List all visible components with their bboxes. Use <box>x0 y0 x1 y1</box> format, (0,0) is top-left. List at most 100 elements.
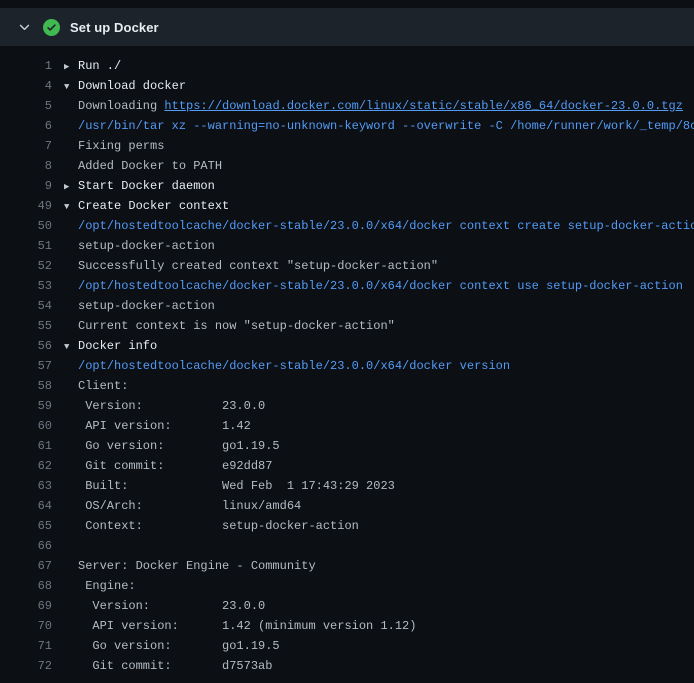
log-line: 66 <box>0 536 694 556</box>
line-number[interactable]: 49 <box>0 196 52 216</box>
line-number[interactable]: 54 <box>0 296 52 316</box>
line-number[interactable]: 72 <box>0 656 52 676</box>
line-number[interactable]: 59 <box>0 396 52 416</box>
log-line: 62 Git commit: e92dd87 <box>0 456 694 476</box>
log-text: Current context is now "setup-docker-act… <box>78 319 395 333</box>
line-number[interactable]: 58 <box>0 376 52 396</box>
line-content: OS/Arch: linux/amd64 <box>64 496 694 516</box>
log-line: 51 setup-docker-action <box>0 236 694 256</box>
line-content: ▶Start Docker daemon <box>64 176 694 196</box>
line-number[interactable]: 66 <box>0 536 52 556</box>
line-number[interactable]: 9 <box>0 176 52 196</box>
line-number[interactable]: 4 <box>0 76 52 96</box>
log-text: Client: <box>78 379 128 393</box>
line-content: Built: Wed Feb 1 17:43:29 2023 <box>64 476 694 496</box>
line-content: API version: 1.42 (minimum version 1.12) <box>64 616 694 636</box>
log-text: Successfully created context "setup-dock… <box>78 259 438 273</box>
line-number[interactable]: 69 <box>0 596 52 616</box>
log-line: 70 API version: 1.42 (minimum version 1.… <box>0 616 694 636</box>
log-line: 61 Go version: go1.19.5 <box>0 436 694 456</box>
log-line: 8 Added Docker to PATH <box>0 156 694 176</box>
line-number[interactable]: 1 <box>0 56 52 76</box>
log-line: 69 Version: 23.0.0 <box>0 596 694 616</box>
command-text: /opt/hostedtoolcache/docker-stable/23.0.… <box>78 219 694 233</box>
line-number[interactable]: 51 <box>0 236 52 256</box>
group-title: Create Docker context <box>78 199 229 213</box>
log-line: 63 Built: Wed Feb 1 17:43:29 2023 <box>0 476 694 496</box>
log-line: 59 Version: 23.0.0 <box>0 396 694 416</box>
line-number[interactable]: 63 <box>0 476 52 496</box>
line-number[interactable]: 8 <box>0 156 52 176</box>
line-number[interactable]: 52 <box>0 256 52 276</box>
line-number[interactable]: 60 <box>0 416 52 436</box>
line-number[interactable]: 5 <box>0 96 52 116</box>
line-content: setup-docker-action <box>64 236 694 256</box>
log-line: 60 API version: 1.42 <box>0 416 694 436</box>
line-content: API version: 1.42 <box>64 416 694 436</box>
line-content: ▼Download docker <box>64 76 694 96</box>
log-text: Go version: go1.19.5 <box>78 439 280 453</box>
log-text: setup-docker-action <box>78 299 215 313</box>
log-viewer: Set up Docker 1▶Run ./4▼Download docker5… <box>0 8 694 676</box>
line-content: Engine: <box>64 576 694 596</box>
log-line: 71 Go version: go1.19.5 <box>0 636 694 656</box>
line-number[interactable]: 67 <box>0 556 52 576</box>
line-content: Git commit: d7573ab <box>64 656 694 676</box>
line-number[interactable]: 6 <box>0 116 52 136</box>
line-content: Client: <box>64 376 694 396</box>
line-content: /opt/hostedtoolcache/docker-stable/23.0.… <box>64 276 694 296</box>
log-line: 56 ▼Docker info <box>0 336 694 356</box>
log-text: OS/Arch: linux/amd64 <box>78 499 301 513</box>
log-line: 53/opt/hostedtoolcache/docker-stable/23.… <box>0 276 694 296</box>
step-header[interactable]: Set up Docker <box>0 8 694 46</box>
line-content: Version: 23.0.0 <box>64 596 694 616</box>
line-content: Fixing perms <box>64 136 694 156</box>
log-line: 58 Client: <box>0 376 694 396</box>
log-link[interactable]: https://download.docker.com/linux/static… <box>164 99 682 113</box>
group-title: Docker info <box>78 339 157 353</box>
log-text: Go version: go1.19.5 <box>78 639 280 653</box>
triangle-right-icon[interactable]: ▶ <box>64 177 78 196</box>
line-number[interactable]: 68 <box>0 576 52 596</box>
triangle-down-icon[interactable]: ▼ <box>64 77 78 96</box>
line-number[interactable]: 65 <box>0 516 52 536</box>
line-number[interactable]: 64 <box>0 496 52 516</box>
log-line: 55 Current context is now "setup-docker-a… <box>0 316 694 336</box>
log-text: Context: setup-docker-action <box>78 519 359 533</box>
line-content <box>64 536 694 556</box>
line-number[interactable]: 57 <box>0 356 52 376</box>
line-number[interactable]: 56 <box>0 336 52 356</box>
line-number[interactable]: 61 <box>0 436 52 456</box>
log-line: 52 Successfully created context "setup-do… <box>0 256 694 276</box>
command-text: /opt/hostedtoolcache/docker-stable/23.0.… <box>78 279 683 293</box>
log-text: Version: 23.0.0 <box>78 599 265 613</box>
line-number[interactable]: 62 <box>0 456 52 476</box>
log-text: Git commit: d7573ab <box>78 659 272 673</box>
log-line: 9 ▶Start Docker daemon <box>0 176 694 196</box>
line-number[interactable]: 53 <box>0 276 52 296</box>
line-content: Version: 23.0.0 <box>64 396 694 416</box>
chevron-down-icon[interactable] <box>16 19 32 35</box>
triangle-right-icon[interactable]: ▶ <box>64 57 78 76</box>
log-text: API version: 1.42 <box>78 419 251 433</box>
line-content: Git commit: e92dd87 <box>64 456 694 476</box>
triangle-down-icon[interactable]: ▼ <box>64 197 78 216</box>
log-line: 1▶Run ./ <box>0 56 694 76</box>
triangle-down-icon[interactable]: ▼ <box>64 337 78 356</box>
line-number[interactable]: 7 <box>0 136 52 156</box>
log-text: Server: Docker Engine - Community <box>78 559 316 573</box>
line-content: Server: Docker Engine - Community <box>64 556 694 576</box>
command-text: /opt/hostedtoolcache/docker-stable/23.0.… <box>78 359 510 373</box>
line-number[interactable]: 50 <box>0 216 52 236</box>
line-number[interactable]: 71 <box>0 636 52 656</box>
line-content: Current context is now "setup-docker-act… <box>64 316 694 336</box>
log-line: 6/usr/bin/tar xz --warning=no-unknown-ke… <box>0 116 694 136</box>
log-text: Fixing perms <box>78 139 164 153</box>
log-line: 64 OS/Arch: linux/amd64 <box>0 496 694 516</box>
log-line: 57/opt/hostedtoolcache/docker-stable/23.… <box>0 356 694 376</box>
line-number[interactable]: 55 <box>0 316 52 336</box>
log-line: 67 Server: Docker Engine - Community <box>0 556 694 576</box>
log-text: Added Docker to PATH <box>78 159 222 173</box>
line-number[interactable]: 70 <box>0 616 52 636</box>
line-content: setup-docker-action <box>64 296 694 316</box>
